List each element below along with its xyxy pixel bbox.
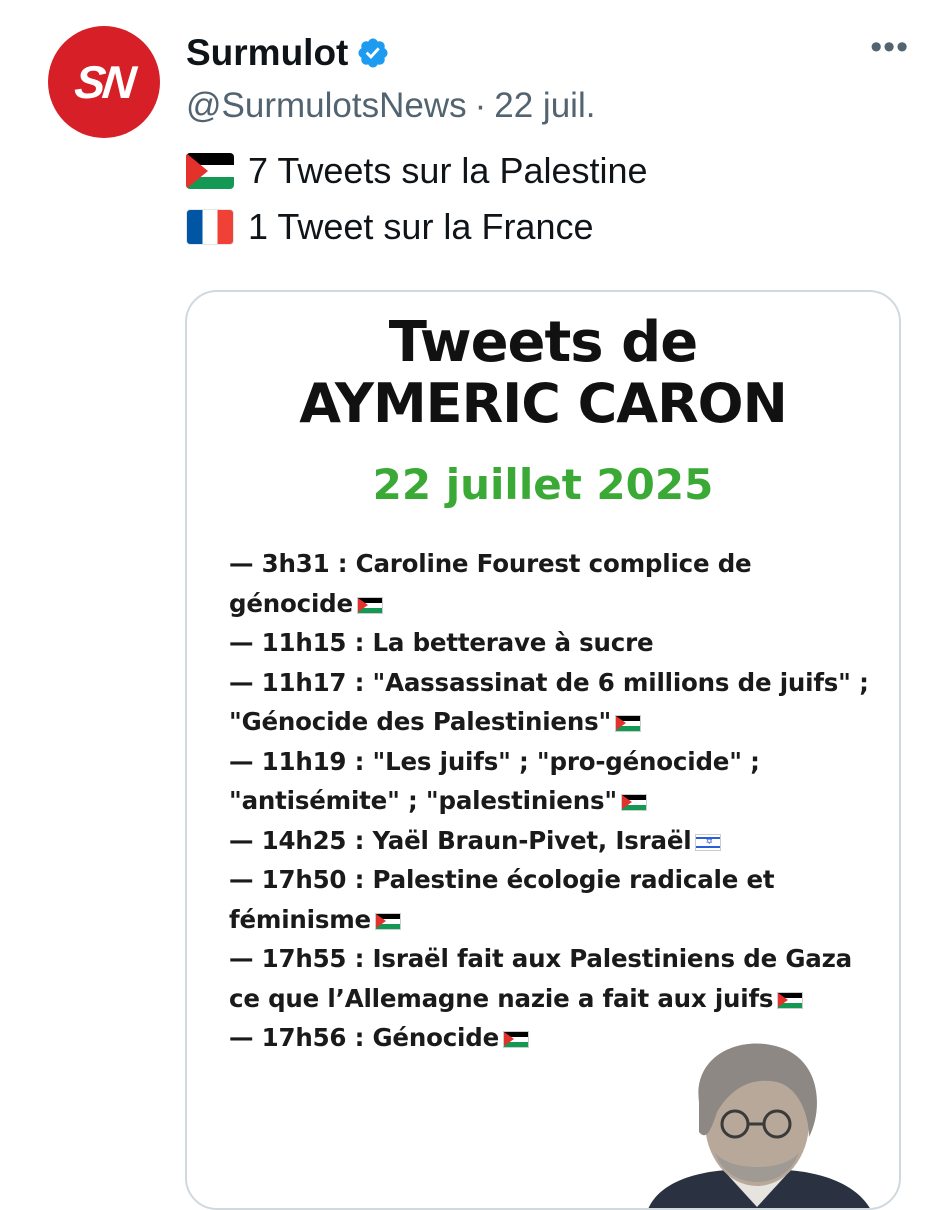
tweet-list: — 3h31 : Caroline Fourest complice de gé… <box>229 544 869 1058</box>
portrait-photo <box>648 1043 870 1208</box>
palestine-flag-icon <box>356 596 383 614</box>
list-item: — 14h25 : Yaël Braun-Pivet, Israël ✡ <box>229 821 869 861</box>
tweet-date[interactable]: 22 juil. <box>494 86 595 126</box>
image-date: 22 juillet 2025 <box>372 460 714 509</box>
more-options-icon[interactable]: ••• <box>870 30 909 64</box>
list-item: — 11h15 : La betterave à sucre <box>229 628 654 657</box>
image-title-line-1: Tweets de <box>388 310 698 375</box>
list-item: ce que l’Allemagne nazie a fait aux juif… <box>229 979 869 1019</box>
separator-dot: · <box>474 86 487 125</box>
list-item: — 17h55 : Israël fait aux Palestiniens d… <box>229 944 852 973</box>
palestine-flag-icon <box>620 794 647 811</box>
list-item: — 3h31 : Caroline Fourest complice de <box>229 549 752 578</box>
list-item: — 11h17 : "Aassassinat de 6 millions de … <box>229 667 869 697</box>
meta-row: @SurmulotsNews · 22 juil. <box>186 86 909 126</box>
list-item: — 17h50 : Palestine écologie radicale et <box>229 865 775 894</box>
palestine-flag-icon <box>186 153 234 189</box>
tweet-text: 7 Tweets sur la Palestine <box>248 150 648 191</box>
image-title-line-2: AYMERIC CARON <box>299 372 788 435</box>
palestine-flag-icon <box>615 715 642 732</box>
display-name[interactable]: Surmulot <box>186 32 348 74</box>
israel-flag-icon: ✡ <box>695 833 722 851</box>
tweet-header: Surmulot ••• @SurmulotsNews · 22 juil. <box>186 30 909 126</box>
tweet-text-line-1: 7 Tweets sur la Palestine <box>186 150 648 192</box>
list-item: féminisme <box>229 900 869 940</box>
avatar-logo-text: SN <box>72 56 136 108</box>
list-item: "antisémite" ; "palestiniens" <box>229 781 869 821</box>
list-item: génocide <box>229 584 869 624</box>
tweet-media-image[interactable]: Tweets de AYMERIC CARON 22 juillet 2025 … <box>185 290 901 1210</box>
tweet-text-line-2: 1 Tweet sur la France <box>186 206 594 248</box>
france-flag-icon <box>186 209 234 245</box>
verified-badge-icon <box>356 36 390 70</box>
palestine-flag-icon <box>374 912 401 930</box>
name-row: Surmulot ••• <box>186 30 909 76</box>
tweet-text: 1 Tweet sur la France <box>248 206 594 247</box>
handle[interactable]: @SurmulotsNews <box>186 86 467 126</box>
palestine-flag-icon <box>777 991 804 1009</box>
list-item: — 11h19 : "Les juifs" ; "pro-génocide" ; <box>229 746 760 776</box>
palestine-flag-icon <box>503 1031 529 1048</box>
list-item: "Génocide des Palestiniens" <box>229 702 869 742</box>
avatar[interactable]: SN <box>48 26 160 138</box>
